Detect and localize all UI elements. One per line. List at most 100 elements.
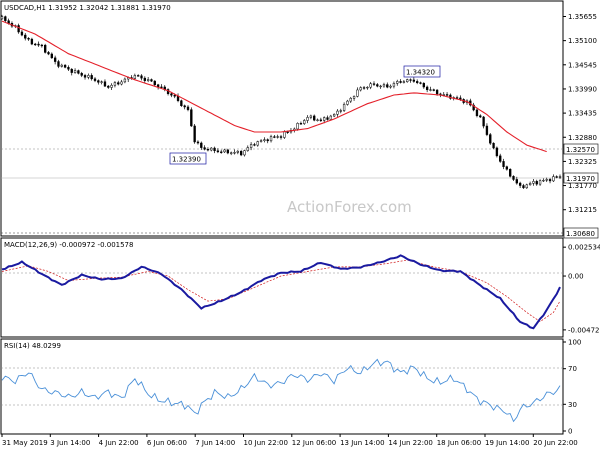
- rsi-y-tick-label: 100: [568, 339, 581, 347]
- candle-body: [57, 61, 60, 67]
- usdcad-h1-chart: USDCAD,H1 1.31952 1.32042 1.31881 1.3197…: [0, 0, 600, 447]
- rsi-line: [1, 358, 561, 423]
- candle-body: [518, 182, 522, 186]
- candle-body: [435, 89, 439, 95]
- candle-body: [123, 78, 127, 83]
- candle-body: [396, 81, 399, 84]
- candle-body: [133, 75, 137, 79]
- candle-body: [233, 152, 236, 154]
- candle-body: [366, 86, 369, 89]
- candle-body: [173, 94, 176, 97]
- candle-body: [323, 117, 326, 121]
- candle-body: [416, 81, 419, 83]
- price-y-axis: 1.35655 1.35100 1.34545 1.33990 1.33435 1.328…: [563, 13, 597, 214]
- x-tick-label: 7 Jun 14:00: [195, 439, 235, 447]
- macd-line: [1, 254, 561, 330]
- price-y-tick-label: 1.31215: [568, 206, 597, 214]
- rsi-panel-frame: [0, 338, 564, 435]
- candle-body: [332, 114, 336, 117]
- candle-body: [77, 70, 80, 74]
- candle-body: [316, 119, 319, 121]
- candle-body: [389, 85, 392, 88]
- candle-body: [80, 73, 83, 76]
- candle-body: [156, 84, 160, 88]
- candle-body: [399, 81, 402, 83]
- candle-body: [30, 38, 34, 45]
- candle-body: [326, 117, 329, 120]
- candle-body: [186, 106, 190, 110]
- candle-body: [392, 83, 396, 87]
- candle-body: [379, 85, 382, 88]
- candle-body: [522, 185, 525, 189]
- candle-body: [266, 139, 269, 142]
- candle-body: [306, 117, 309, 121]
- x-tick-label: 3 Jun 14:00: [50, 439, 90, 447]
- macd-panel-title: MACD(12,26,9) -0.000972 -0.001578: [4, 241, 133, 249]
- bottom-label: 1.30680: [563, 227, 599, 239]
- price-panel-title: USDCAD,H1 1.31952 1.32042 1.31881 1.3197…: [4, 4, 171, 12]
- candle-body: [27, 37, 30, 40]
- candle-body: [532, 181, 535, 184]
- candle-body: [259, 140, 263, 142]
- chart-stage: USDCAD,H1 1.31952 1.32042 1.31881 1.3197…: [0, 0, 600, 450]
- watermark: ActionForex.com: [287, 198, 412, 216]
- candle-body: [103, 81, 107, 87]
- rsi-panel-title: RSI(14) 48.0299: [4, 342, 61, 350]
- price-y-tick-label: 1.35655: [568, 13, 597, 21]
- candle-body: [140, 75, 143, 79]
- candle-body: [213, 147, 216, 152]
- candle-body: [542, 179, 545, 182]
- candle-body: [193, 125, 196, 143]
- candle-body: [336, 110, 339, 115]
- candle-body: [489, 134, 492, 144]
- candle-body: [4, 16, 7, 21]
- candle-body: [150, 79, 153, 82]
- candle-body: [329, 115, 332, 120]
- candle-body: [455, 97, 459, 99]
- candle-body: [113, 82, 117, 86]
- candle-body: [445, 94, 449, 96]
- candle-body: [422, 83, 425, 88]
- candle-body: [479, 115, 482, 118]
- rsi-y-axis: 100 70 30 0: [563, 339, 581, 436]
- candle-body: [183, 105, 186, 108]
- candle-body: [309, 115, 313, 118]
- candle-body: [369, 83, 372, 88]
- candle-body: [230, 152, 233, 154]
- candle-body: [146, 79, 150, 81]
- candle-body: [509, 169, 512, 177]
- candle-body: [160, 86, 163, 88]
- candle-body: [24, 34, 27, 39]
- rsi-panel: RSI(14) 48.0299 100 70 30 0: [0, 338, 581, 436]
- candle-body: [515, 179, 518, 184]
- candle-body: [512, 176, 515, 180]
- candle-body: [73, 70, 77, 73]
- candle-body: [203, 147, 206, 150]
- svg-text:1.31970: 1.31970: [566, 175, 595, 183]
- x-tick-label: 20 Jun 22:00: [533, 439, 577, 447]
- svg-text:1.32570: 1.32570: [566, 146, 595, 154]
- candle-body: [485, 125, 489, 135]
- candle-body: [382, 84, 386, 87]
- candle-body: [253, 144, 256, 146]
- candle-body: [153, 80, 156, 86]
- candle-body: [196, 141, 200, 144]
- candle-body: [47, 52, 50, 55]
- candle-body: [499, 155, 502, 162]
- price-y-tick-label: 1.34545: [568, 61, 597, 69]
- candle-body: [110, 84, 113, 88]
- candle-body: [93, 78, 97, 81]
- candle-body: [107, 85, 110, 88]
- price-y-tick-label: 1.33990: [568, 85, 597, 93]
- annotation-high-label: 1.34320: [406, 69, 435, 77]
- candle-body: [226, 149, 230, 154]
- candle-body: [117, 82, 120, 85]
- moving-average-line: [1, 20, 547, 153]
- macd-y-tick-label: -0.004727: [568, 326, 600, 334]
- x-tick-label: 13 Jun 14:00: [340, 439, 384, 447]
- x-tick-label: 19 Jun 14:00: [485, 439, 529, 447]
- rsi-y-tick-label: 70: [568, 365, 577, 373]
- price-y-tick-label: 1.33435: [568, 110, 597, 118]
- candle-body: [50, 53, 53, 59]
- candle-body: [20, 31, 24, 36]
